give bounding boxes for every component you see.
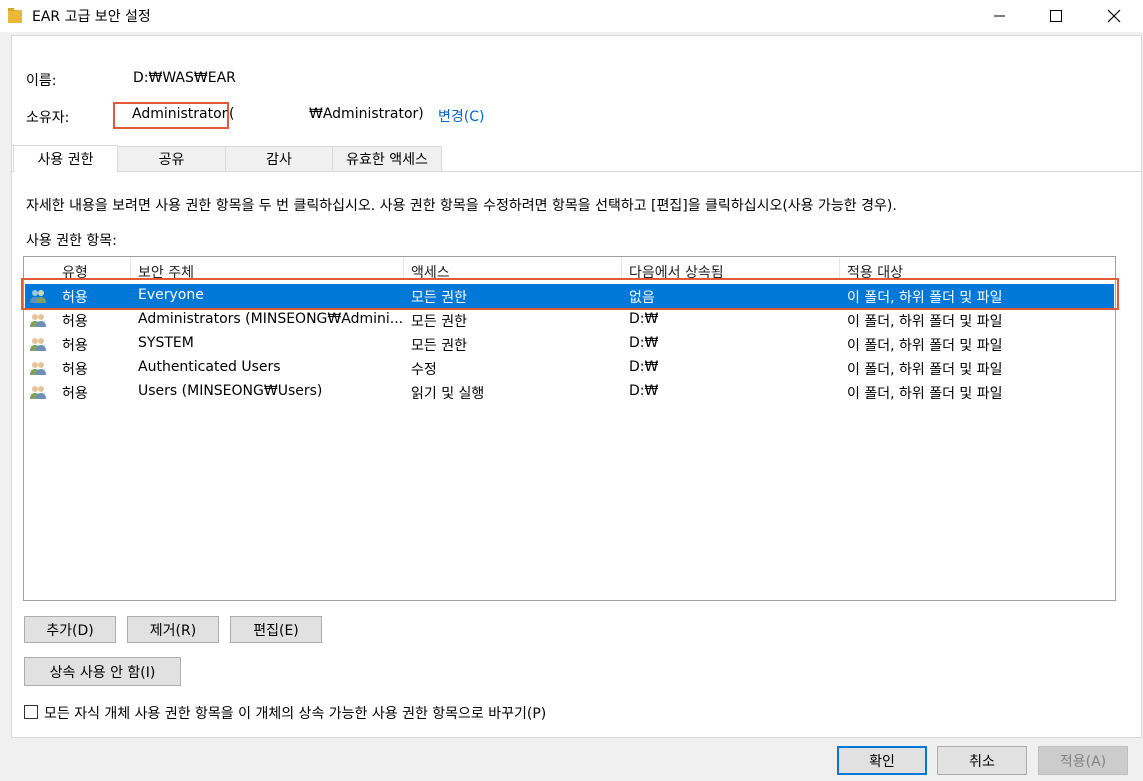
tab-permissions[interactable]: 사용 권한 [13, 145, 118, 172]
users-icon [30, 362, 46, 375]
column-separator [839, 258, 840, 278]
change-owner-link[interactable]: 변경(C) [438, 106, 484, 126]
row-access: 모든 권한 [411, 338, 467, 354]
row-inherited: D:₩ [629, 383, 659, 399]
row-principal: Users (MINSEONG₩Users) [138, 383, 323, 399]
users-icon [30, 314, 46, 327]
minimize-button[interactable] [977, 0, 1023, 32]
owner-paren: ( [229, 106, 235, 122]
row-type: 허용 [62, 314, 88, 330]
users-icon [30, 386, 46, 399]
folder-icon [8, 8, 22, 23]
column-separator [621, 258, 622, 278]
tab-effective-access[interactable]: 유효한 액세스 [332, 146, 442, 171]
description-text: 자세한 내용을 보려면 사용 권한 항목을 두 번 클릭하십시오. 사용 권한 … [26, 198, 897, 214]
row-inherited: D:₩ [629, 359, 659, 375]
owner-value: Administrator [132, 106, 228, 122]
row-type: 허용 [62, 362, 88, 378]
remove-button[interactable]: 제거(R) [127, 616, 219, 643]
row-inherited: D:₩ [629, 335, 659, 351]
apply-button[interactable]: 적용(A) [1038, 746, 1128, 775]
row-access: 읽기 및 실행 [411, 386, 485, 402]
replace-child-permissions-checkbox[interactable] [24, 705, 38, 719]
table-row[interactable]: 허용 Users (MINSEONG₩Users) 읽기 및 실행 D:₩ 이 … [25, 380, 1114, 404]
cancel-button[interactable]: 취소 [937, 746, 1027, 775]
row-applies: 이 폴더, 하위 폴더 및 파일 [847, 386, 1003, 402]
entries-label: 사용 권한 항목: [26, 233, 117, 249]
users-icon [30, 338, 46, 351]
ok-button[interactable]: 확인 [837, 746, 927, 775]
table-row[interactable]: 허용 Administrators (MINSEONG₩Admini... 모든… [25, 308, 1114, 332]
tab-audit[interactable]: 감사 [225, 146, 333, 171]
row-applies: 이 폴더, 하위 폴더 및 파일 [847, 314, 1003, 330]
owner-full: ₩Administrator) [309, 106, 424, 122]
row-applies: 이 폴더, 하위 폴더 및 파일 [847, 362, 1003, 378]
disable-inheritance-button[interactable]: 상속 사용 안 함(I) [24, 657, 181, 686]
tab-divider [12, 171, 1142, 172]
name-label: 이름: [26, 73, 57, 89]
owner-label: 소유자: [26, 110, 70, 126]
row-access: 모든 권한 [411, 314, 467, 330]
minimize-icon [994, 15, 1005, 17]
edit-button[interactable]: 편집(E) [230, 616, 322, 643]
row-type: 허용 [62, 338, 88, 354]
table-row[interactable]: 허용 SYSTEM 모든 권한 D:₩ 이 폴더, 하위 폴더 및 파일 [25, 332, 1114, 356]
column-separator [130, 258, 131, 278]
maximize-button[interactable] [1033, 0, 1079, 32]
table-row[interactable]: 허용 Authenticated Users 수정 D:₩ 이 폴더, 하위 폴… [25, 356, 1114, 380]
tab-share[interactable]: 공유 [117, 146, 226, 171]
row-applies: 이 폴더, 하위 폴더 및 파일 [847, 338, 1003, 354]
selection-highlight [21, 278, 1119, 310]
column-separator [403, 258, 404, 278]
name-value: D:₩WAS₩EAR [133, 70, 236, 86]
row-access: 수정 [411, 362, 437, 378]
row-inherited: D:₩ [629, 311, 659, 327]
row-principal: Authenticated Users [138, 359, 281, 375]
row-principal: SYSTEM [138, 335, 194, 351]
add-button[interactable]: 추가(D) [24, 616, 116, 643]
title-bar [0, 0, 1143, 32]
close-button[interactable] [1091, 0, 1137, 32]
replace-child-permissions-label[interactable]: 모든 자식 개체 사용 권한 항목을 이 개체의 상속 가능한 사용 권한 항목… [44, 703, 546, 723]
maximize-icon [1050, 10, 1062, 22]
close-icon [1107, 9, 1121, 23]
window-title: EAR 고급 보안 설정 [32, 9, 151, 25]
row-principal: Administrators (MINSEONG₩Admini... [138, 311, 404, 327]
row-type: 허용 [62, 386, 88, 402]
